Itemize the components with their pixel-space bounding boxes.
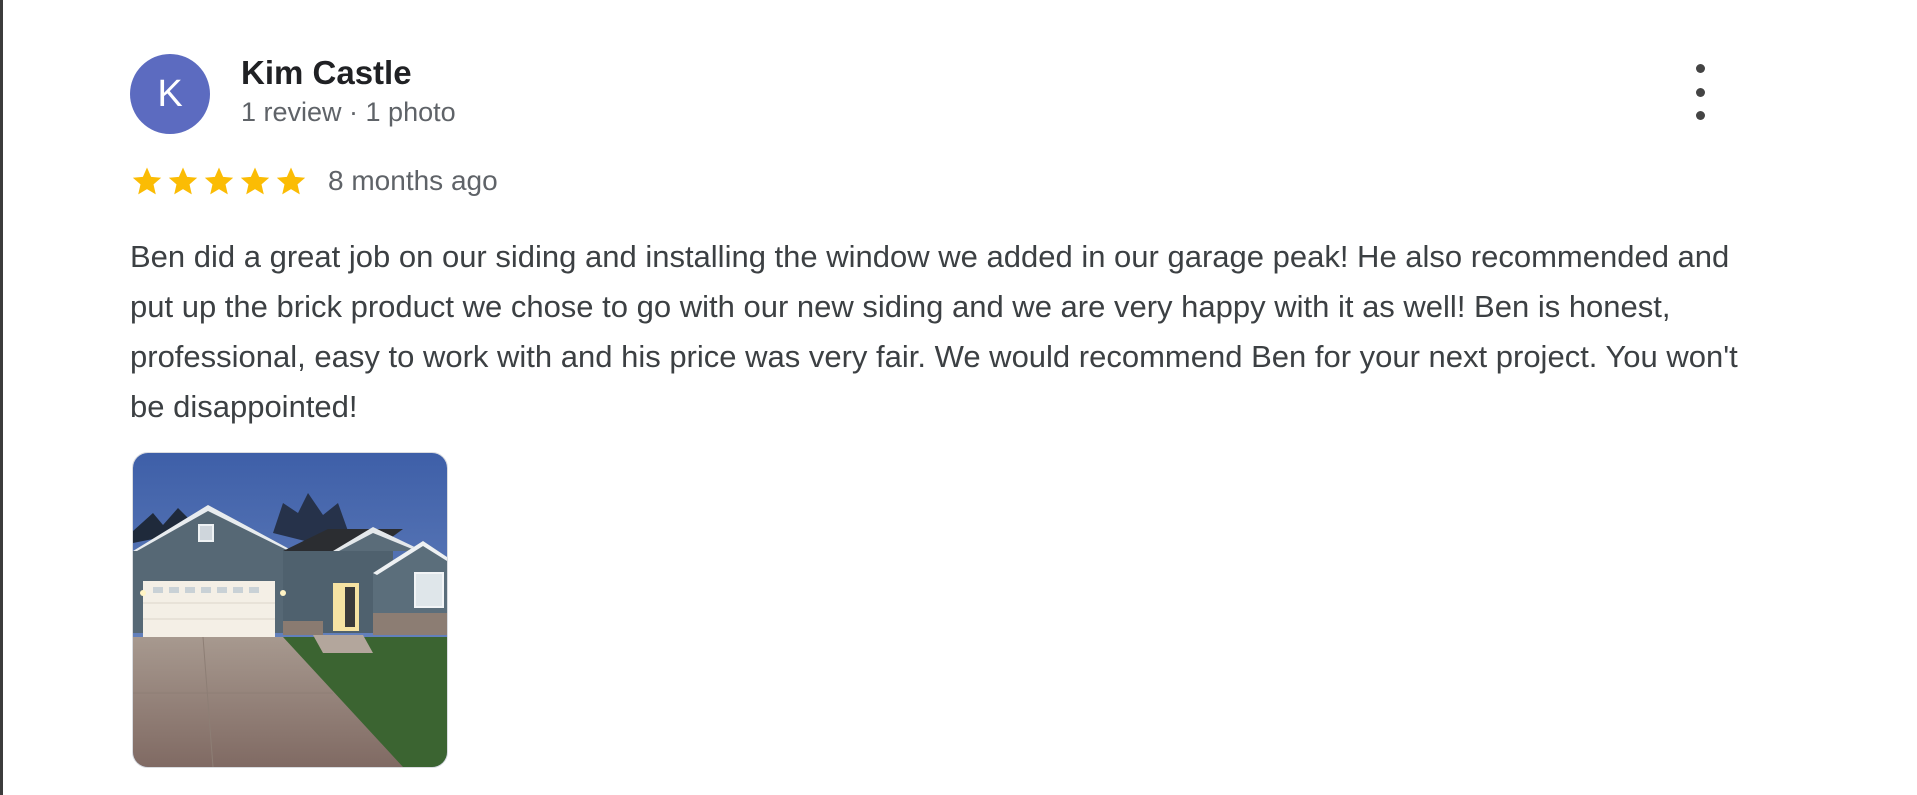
star-icon [204, 167, 234, 195]
more-vert-icon [1695, 64, 1705, 73]
author-name[interactable]: Kim Castle [241, 54, 412, 92]
review-date: 8 months ago [328, 165, 498, 196]
star-icon [240, 167, 270, 195]
star-rating [130, 164, 308, 198]
star-icon [168, 167, 198, 195]
house-photo-image [133, 453, 447, 767]
review-text: Ben did a great job on our siding and in… [130, 239, 1738, 424]
window-edge [0, 0, 3, 795]
author-meta: 1 review · 1 photo [241, 97, 456, 127]
rating-row: 8 months ago [130, 164, 498, 198]
more-vert-icon-dot [1695, 87, 1705, 97]
review-photo[interactable] [132, 452, 448, 768]
avatar-initial: K [157, 72, 183, 115]
more-options-button[interactable] [1685, 64, 1715, 120]
avatar[interactable]: K [130, 54, 210, 134]
more-vert-icon-dot [1695, 111, 1705, 120]
star-icon [132, 167, 162, 195]
star-icon [276, 167, 306, 195]
